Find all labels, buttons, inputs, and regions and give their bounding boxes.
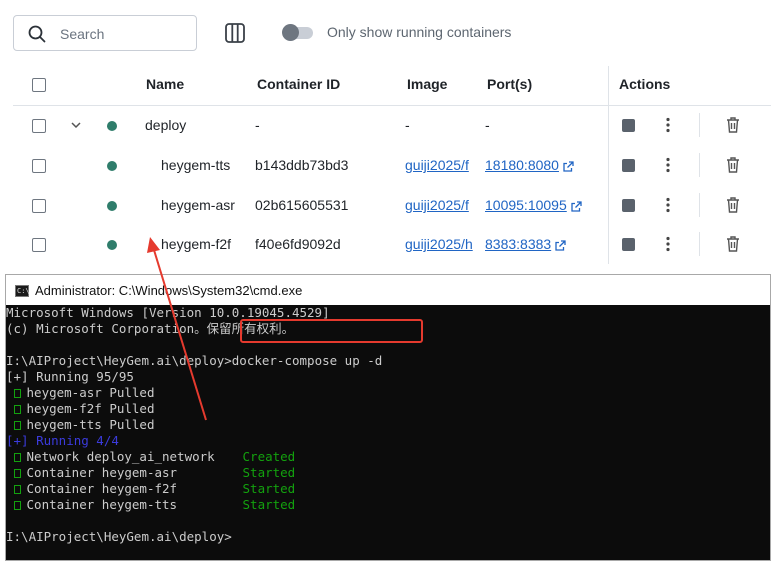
columns-icon[interactable] — [224, 22, 246, 44]
container-id: f40e6fd9092d — [255, 236, 341, 252]
image-link[interactable]: guiji2025/f — [405, 197, 477, 213]
toggle-knob — [282, 24, 299, 41]
table-row-group[interactable]: deploy - - - — [13, 105, 771, 145]
action-divider — [699, 153, 700, 177]
status-running-dot — [107, 161, 117, 171]
terminal-command-line: I:\AIProject\HeyGem.ai\deploy>docker-com… — [6, 353, 770, 369]
group-image: - — [405, 117, 410, 133]
header-ports[interactable]: Port(s) — [487, 76, 532, 92]
trash-icon[interactable] — [725, 196, 741, 214]
row-checkbox[interactable] — [32, 159, 46, 173]
more-vertical-icon[interactable] — [661, 156, 675, 174]
more-vertical-icon[interactable] — [661, 196, 675, 214]
stop-icon[interactable] — [622, 119, 635, 132]
group-container-id: - — [255, 117, 260, 133]
chevron-down-icon[interactable] — [70, 119, 82, 131]
check-icon — [13, 485, 21, 494]
trash-icon[interactable] — [725, 156, 741, 174]
table-row[interactable]: heygem-f2f f40e6fd9092d guiji2025/h 8383… — [13, 224, 771, 264]
container-id: 02b615605531 — [255, 197, 349, 213]
containers-table: Name Container ID Image Port(s) Actions … — [13, 64, 771, 264]
status-running-dot — [107, 201, 117, 211]
port-label: 18180:8080 — [485, 157, 559, 173]
image-link[interactable]: guiji2025/h — [405, 236, 477, 252]
group-name[interactable]: deploy — [145, 117, 186, 133]
check-icon — [13, 405, 21, 414]
terminal-command: docker-compose up -d — [231, 353, 383, 368]
row-checkbox[interactable] — [32, 119, 46, 133]
external-link-icon — [563, 161, 574, 172]
status-text: Started — [242, 497, 296, 512]
port-link[interactable]: 8383:8383 — [485, 236, 566, 252]
select-all-checkbox[interactable] — [32, 78, 46, 92]
cmd-window[interactable]: C:\ Administrator: C:\Windows\System32\c… — [5, 274, 771, 561]
stop-icon[interactable] — [622, 238, 635, 251]
terminal-line: [+] Running 95/95 — [6, 369, 134, 384]
more-vertical-icon[interactable] — [661, 235, 675, 253]
header-name[interactable]: Name — [146, 76, 184, 92]
status-text: Created — [242, 449, 296, 464]
check-icon — [13, 469, 21, 478]
status-text: Started — [242, 465, 296, 480]
check-icon — [13, 501, 21, 510]
running-only-toggle[interactable] — [282, 24, 313, 41]
container-id: b143ddb73bd3 — [255, 157, 349, 173]
trash-icon[interactable] — [725, 235, 741, 253]
terminal-line: Container heygem-f2f Started — [6, 481, 770, 497]
external-link-icon — [571, 201, 582, 212]
check-icon — [13, 421, 21, 430]
port-label: 10095:10095 — [485, 197, 567, 213]
table-row[interactable]: heygem-tts b143ddb73bd3 guiji2025/f 1818… — [13, 145, 771, 185]
row-checkbox[interactable] — [32, 199, 46, 213]
status-running-dot — [107, 240, 117, 250]
action-divider — [699, 193, 700, 217]
table-header: Name Container ID Image Port(s) Actions — [13, 64, 771, 106]
stop-icon[interactable] — [622, 159, 635, 172]
port-label: 8383:8383 — [485, 236, 552, 252]
search-box[interactable] — [13, 15, 197, 51]
cmd-icon: C:\ — [15, 285, 30, 297]
terminal-line: heygem-asr Pulled — [6, 385, 770, 401]
container-name[interactable]: heygem-f2f — [161, 236, 231, 252]
check-icon — [13, 453, 21, 462]
check-icon — [13, 389, 21, 398]
terminal-line: [+] Running 4/4 — [6, 433, 119, 448]
status-running-dot — [107, 121, 117, 131]
terminal-line: heygem-tts Pulled — [6, 417, 770, 433]
command-highlight-box — [240, 319, 423, 343]
terminal-prompt: I:\AIProject\HeyGem.ai\deploy> — [6, 353, 232, 368]
cmd-title: Administrator: C:\Windows\System32\cmd.e… — [35, 283, 303, 298]
action-divider — [699, 113, 700, 137]
image-link[interactable]: guiji2025/f — [405, 157, 477, 173]
action-divider — [699, 232, 700, 256]
header-actions: Actions — [619, 76, 671, 92]
table-row[interactable]: heygem-asr 02b615605531 guiji2025/f 1009… — [13, 185, 771, 225]
container-name[interactable]: heygem-asr — [161, 197, 235, 213]
trash-icon[interactable] — [725, 116, 741, 134]
stop-icon[interactable] — [622, 199, 635, 212]
port-link[interactable]: 10095:10095 — [485, 197, 582, 213]
cmd-titlebar[interactable]: C:\ Administrator: C:\Windows\System32\c… — [6, 275, 770, 305]
search-input[interactable] — [58, 22, 192, 46]
header-container-id[interactable]: Container ID — [257, 76, 340, 92]
container-name[interactable]: heygem-tts — [161, 157, 230, 173]
terminal-prompt-line: I:\AIProject\HeyGem.ai\deploy> — [6, 529, 232, 544]
row-checkbox[interactable] — [32, 238, 46, 252]
search-icon — [28, 25, 46, 43]
terminal-line: Network deploy_ai_network Created — [6, 449, 770, 465]
external-link-icon — [555, 240, 566, 251]
header-image[interactable]: Image — [407, 76, 447, 92]
terminal-line: heygem-f2f Pulled — [6, 401, 770, 417]
more-vertical-icon[interactable] — [661, 116, 675, 134]
running-only-label: Only show running containers — [327, 24, 512, 40]
terminal-line: Container heygem-tts Started — [6, 497, 770, 513]
port-link[interactable]: 18180:8080 — [485, 157, 574, 173]
status-text: Started — [242, 481, 296, 496]
terminal-line: Container heygem-asr Started — [6, 465, 770, 481]
group-ports: - — [485, 117, 490, 133]
